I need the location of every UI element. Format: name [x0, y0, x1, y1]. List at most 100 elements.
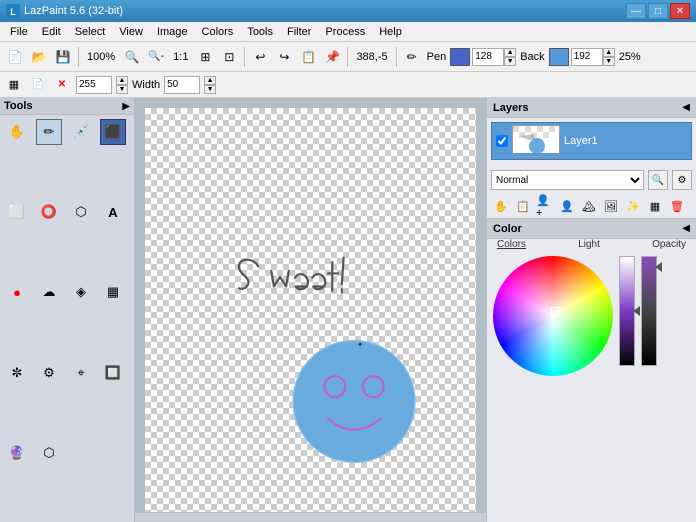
- blend-mode-select[interactable]: Normal Multiply Screen Overlay: [491, 170, 644, 190]
- main-toolbar: 📄 📂 💾 100% 🔍 🔍- 1:1 ⊞ ⊡ ↩ ↪ 📋 📌 388,-5 ✏…: [0, 42, 696, 72]
- value-input[interactable]: [76, 76, 112, 94]
- tool-fill[interactable]: ⬛: [100, 119, 126, 145]
- layers-section: Layers ◀: [487, 98, 696, 219]
- zoom-window-button[interactable]: ⊡: [218, 46, 240, 68]
- layer-image-btn[interactable]: 🖼: [601, 196, 621, 216]
- opt-cross[interactable]: ✕: [52, 75, 72, 95]
- menu-process[interactable]: Process: [319, 25, 371, 39]
- tool-poly-select[interactable]: ⬡: [68, 199, 94, 225]
- layer-zoom-button[interactable]: 🔍: [648, 170, 668, 190]
- layer-item[interactable]: Layer1: [491, 122, 692, 160]
- tool-rect-select[interactable]: ⬜: [4, 199, 30, 225]
- tool-pan[interactable]: ✋: [4, 119, 30, 145]
- tool-blur[interactable]: ☁: [36, 279, 62, 305]
- layers-collapse[interactable]: ◀: [682, 102, 690, 113]
- layer-move-btn[interactable]: ✋: [491, 196, 511, 216]
- tools-header: Tools ▶: [0, 98, 134, 115]
- tool-magic[interactable]: 🔮: [4, 440, 30, 466]
- opacity-slider[interactable]: [641, 256, 657, 366]
- light-tab-label[interactable]: Light: [578, 239, 600, 250]
- layers-list: Layer1: [487, 118, 696, 166]
- layer-add-btn[interactable]: 👤+: [535, 196, 555, 216]
- width-input[interactable]: [164, 76, 200, 94]
- width-down[interactable]: ▼: [204, 85, 216, 94]
- menu-tools[interactable]: Tools: [241, 25, 279, 39]
- redo-button[interactable]: ↪: [273, 46, 295, 68]
- tool-stamp[interactable]: ◈: [68, 279, 94, 305]
- tool-eyedropper[interactable]: 💉: [68, 119, 94, 145]
- opacity-tab-label[interactable]: Opacity: [652, 239, 686, 250]
- tool-hex[interactable]: ⬡: [36, 440, 62, 466]
- menu-image[interactable]: Image: [151, 25, 194, 39]
- opt-new[interactable]: 📄: [28, 75, 48, 95]
- canvas-area[interactable]: [135, 98, 486, 522]
- pen-color-swatch[interactable]: [450, 48, 470, 66]
- menu-bar: File Edit Select View Image Colors Tools…: [0, 22, 696, 42]
- minimize-button[interactable]: —: [626, 3, 646, 19]
- tool-ellipse-select[interactable]: ⭕: [36, 199, 62, 225]
- layer-person-btn[interactable]: 👤: [557, 196, 577, 216]
- layer-delete-btn[interactable]: 🗑: [667, 196, 687, 216]
- tool-text[interactable]: A: [100, 199, 126, 225]
- canvas-drawing[interactable]: [145, 108, 476, 512]
- save-button[interactable]: 💾: [52, 46, 74, 68]
- undo-button[interactable]: ↩: [249, 46, 271, 68]
- tool-transform[interactable]: ⌖: [68, 360, 94, 386]
- menu-view[interactable]: View: [113, 25, 149, 39]
- menu-filter[interactable]: Filter: [281, 25, 317, 39]
- tools-collapse[interactable]: ▶: [122, 101, 130, 112]
- layer-settings-button[interactable]: ⚙: [672, 170, 692, 190]
- layer-visibility-check[interactable]: [496, 135, 508, 147]
- menu-colors[interactable]: Colors: [196, 25, 240, 39]
- opacity-slider-group: [641, 256, 657, 366]
- menu-select[interactable]: Select: [69, 25, 112, 39]
- pen-size-down[interactable]: ▼: [504, 57, 516, 66]
- status-bar: [135, 512, 486, 522]
- back-size-down[interactable]: ▼: [603, 57, 615, 66]
- menu-file[interactable]: File: [4, 25, 34, 39]
- tool-rect[interactable]: 🔲: [100, 360, 126, 386]
- mode-icon: ▦: [4, 75, 24, 95]
- zoom-out-button[interactable]: 🔍-: [145, 46, 167, 68]
- zoom-in-button[interactable]: 🔍: [121, 46, 143, 68]
- canvas-background[interactable]: [145, 108, 476, 512]
- light-slider[interactable]: [619, 256, 635, 366]
- tool-eraser[interactable]: ●: [4, 279, 30, 305]
- layer-grid-btn[interactable]: ▦: [645, 196, 665, 216]
- tool-warp[interactable]: ⚙: [36, 360, 62, 386]
- tool-pencil[interactable]: ✏: [36, 119, 62, 145]
- colors-tab-label[interactable]: Colors: [497, 239, 526, 250]
- back-color-swatch[interactable]: [549, 48, 569, 66]
- back-size-up[interactable]: ▲: [603, 48, 615, 57]
- paste-button[interactable]: 📌: [321, 46, 343, 68]
- maximize-button[interactable]: □: [648, 3, 668, 19]
- layer-mountain-btn[interactable]: 🏔: [579, 196, 599, 216]
- layer-thumbnail: [512, 125, 560, 157]
- tool-particles[interactable]: ✼: [4, 360, 30, 386]
- color-section: Color ◀ Colors Light Opacity: [487, 219, 696, 522]
- copy-button[interactable]: 📋: [297, 46, 319, 68]
- zoom-fit-button[interactable]: ⊞: [194, 46, 216, 68]
- separator-3: [347, 47, 348, 67]
- width-up[interactable]: ▲: [204, 76, 216, 85]
- menu-edit[interactable]: Edit: [36, 25, 67, 39]
- color-wheel[interactable]: [493, 256, 613, 376]
- layer-copy-btn[interactable]: 📋: [513, 196, 533, 216]
- tool-grid[interactable]: ▦: [100, 279, 126, 305]
- new-button[interactable]: 📄: [4, 46, 26, 68]
- close-button[interactable]: ✕: [670, 3, 690, 19]
- layer-fx-btn[interactable]: ✨: [623, 196, 643, 216]
- value-up[interactable]: ▲: [116, 76, 128, 85]
- back-size-input[interactable]: [571, 48, 603, 66]
- pen-size-up[interactable]: ▲: [504, 48, 516, 57]
- menu-help[interactable]: Help: [373, 25, 408, 39]
- open-button[interactable]: 📂: [28, 46, 50, 68]
- color-wheel-container[interactable]: [493, 256, 613, 376]
- color-collapse[interactable]: ◀: [682, 223, 690, 234]
- back-size-group: ▲ ▼: [571, 48, 615, 66]
- pen-size-input[interactable]: [472, 48, 504, 66]
- app-title: LazPaint 5.6 (32-bit): [24, 5, 626, 17]
- value-down[interactable]: ▼: [116, 85, 128, 94]
- color-cursor: [551, 307, 559, 315]
- right-panel: Layers ◀: [486, 98, 696, 522]
